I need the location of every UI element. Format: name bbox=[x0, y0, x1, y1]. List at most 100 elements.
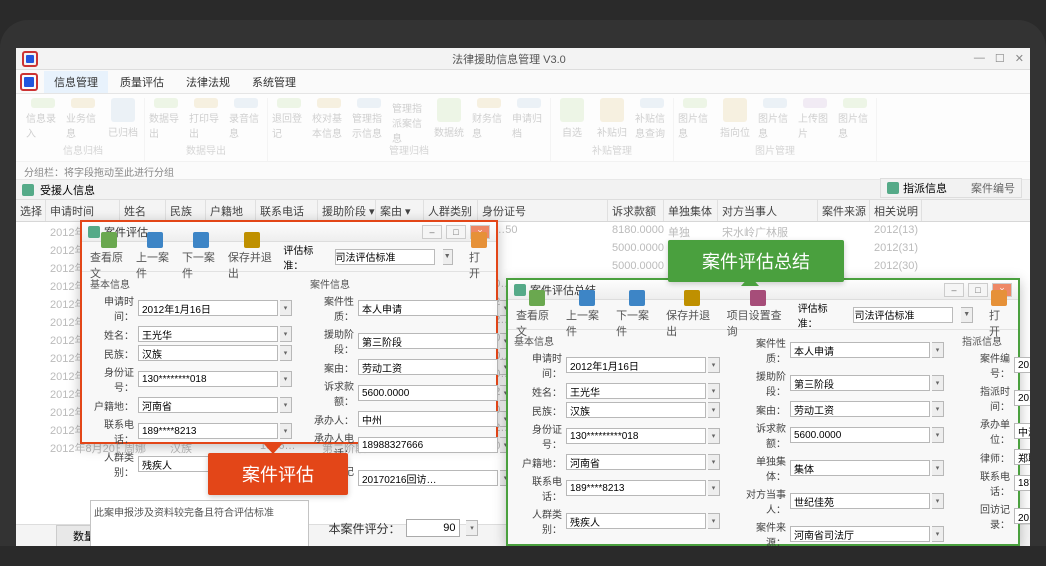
form-input[interactable] bbox=[566, 383, 706, 399]
form-input[interactable] bbox=[790, 427, 930, 443]
ribbon-button[interactable]: 业务信息 bbox=[66, 98, 100, 140]
form-input[interactable] bbox=[358, 470, 498, 486]
menu-info[interactable]: 信息管理 bbox=[44, 71, 108, 93]
form-input[interactable] bbox=[358, 411, 498, 427]
ribbon-button[interactable]: 管理指示信息 bbox=[352, 98, 386, 140]
column-header[interactable]: 案由 ▾ bbox=[376, 200, 424, 221]
dropdown-icon[interactable]: ▾ bbox=[280, 371, 292, 387]
form-input[interactable] bbox=[566, 402, 706, 418]
dropdown-icon[interactable]: ▾ bbox=[708, 402, 720, 418]
form-input[interactable] bbox=[1014, 508, 1030, 524]
case-summary-dialog[interactable]: 案件评估总结 – □ × 查看原文 上一案件 下一案件 保存并退出 项目设置查询… bbox=[506, 278, 1020, 546]
dialog-max-button[interactable]: □ bbox=[968, 283, 988, 297]
column-header[interactable]: 人群类别 bbox=[424, 200, 478, 221]
ribbon-button[interactable]: 图片信息 bbox=[678, 98, 712, 140]
form-input[interactable] bbox=[358, 437, 498, 453]
form-input[interactable] bbox=[566, 513, 706, 529]
next-case-button[interactable]: 下一案件 bbox=[616, 290, 658, 339]
open-button[interactable]: 打开 bbox=[469, 232, 488, 281]
column-header[interactable]: 单独集体 bbox=[664, 200, 718, 221]
dropdown-icon[interactable]: ▾ bbox=[280, 397, 292, 413]
dropdown-icon[interactable]: ▾ bbox=[708, 383, 720, 399]
column-header[interactable]: 联系电话 bbox=[256, 200, 318, 221]
dropdown-icon[interactable]: ▾ bbox=[932, 493, 944, 509]
dropdown-icon[interactable]: ▾ bbox=[932, 460, 944, 476]
ribbon-button[interactable]: 录音信息 bbox=[229, 98, 263, 140]
ribbon-button[interactable]: 已归档 bbox=[106, 98, 140, 140]
ribbon-button[interactable]: 打印导出 bbox=[189, 98, 223, 140]
menu-laws[interactable]: 法律法规 bbox=[176, 71, 240, 93]
prev-case-button[interactable]: 上一案件 bbox=[136, 232, 174, 281]
form-input[interactable] bbox=[566, 480, 706, 496]
form-input[interactable] bbox=[1014, 357, 1030, 373]
next-case-button[interactable]: 下一案件 bbox=[182, 232, 220, 281]
dropdown-icon[interactable]: ▾ bbox=[932, 342, 944, 358]
minimize-button[interactable]: — bbox=[974, 52, 985, 65]
dialog-min-button[interactable]: – bbox=[944, 283, 964, 297]
column-header[interactable]: 民族 bbox=[166, 200, 206, 221]
view-original-button[interactable]: 查看原文 bbox=[516, 290, 558, 339]
ribbon-button[interactable]: 自选 bbox=[555, 98, 589, 140]
form-input[interactable] bbox=[1014, 475, 1030, 491]
dropdown-icon[interactable]: ▾ bbox=[932, 375, 944, 391]
memo-textarea[interactable]: 此案申报涉及资料较完备且符合评估标准 bbox=[90, 500, 309, 546]
form-input[interactable] bbox=[138, 423, 278, 439]
dropdown-icon[interactable]: ▾ bbox=[708, 480, 720, 496]
menu-quality[interactable]: 质量评估 bbox=[110, 71, 174, 93]
form-input[interactable] bbox=[790, 342, 930, 358]
eval-standard-select[interactable] bbox=[853, 307, 953, 323]
dropdown-icon[interactable]: ▾ bbox=[708, 357, 720, 373]
case-eval-dialog[interactable]: 案件评估 – □ × 查看原文 上一案件 下一案件 保存并退出 评估标准： ▼ … bbox=[80, 220, 498, 444]
open-button[interactable]: 打开 bbox=[989, 290, 1010, 339]
ribbon-button[interactable]: 上传图片 bbox=[798, 98, 832, 140]
ribbon-button[interactable]: 数据导出 bbox=[149, 98, 183, 140]
dropdown-icon[interactable]: ▾ bbox=[280, 326, 292, 342]
menu-system[interactable]: 系统管理 bbox=[242, 71, 306, 93]
ribbon-button[interactable]: 数据统 bbox=[432, 98, 466, 140]
form-input[interactable] bbox=[1014, 390, 1030, 406]
dropdown-icon[interactable]: ▾ bbox=[932, 401, 944, 417]
dropdown-icon[interactable]: ▾ bbox=[280, 423, 292, 439]
column-header[interactable]: 户籍地 bbox=[206, 200, 256, 221]
column-header[interactable]: 对方当事人 bbox=[718, 200, 818, 221]
eval-standard-select[interactable] bbox=[335, 249, 435, 265]
form-input[interactable] bbox=[138, 300, 278, 316]
form-input[interactable] bbox=[790, 401, 930, 417]
save-exit-button[interactable]: 保存并退出 bbox=[666, 290, 719, 339]
form-input[interactable] bbox=[790, 460, 930, 476]
form-input[interactable] bbox=[566, 428, 706, 444]
ribbon-button[interactable]: 财务信息 bbox=[472, 98, 506, 140]
dialog-min-button[interactable]: – bbox=[422, 225, 442, 239]
column-header[interactable]: 援助阶段 ▾ bbox=[318, 200, 376, 221]
form-input[interactable] bbox=[358, 333, 498, 349]
ribbon-button[interactable]: 申请归档 bbox=[512, 98, 546, 140]
ribbon-button[interactable]: 补贴信息查询 bbox=[635, 98, 669, 140]
view-original-button[interactable]: 查看原文 bbox=[90, 232, 128, 281]
dropdown-icon[interactable]: ▾ bbox=[708, 454, 720, 470]
form-input[interactable] bbox=[358, 300, 498, 316]
form-input[interactable] bbox=[566, 454, 706, 470]
dropdown-icon[interactable]: ▾ bbox=[708, 428, 720, 444]
form-input[interactable] bbox=[790, 493, 930, 509]
ribbon-button[interactable]: 管理指派案信息 bbox=[392, 98, 426, 140]
ribbon-button[interactable]: 退回登记 bbox=[272, 98, 306, 140]
ribbon-button[interactable]: 图片信息 bbox=[838, 98, 872, 140]
form-input[interactable] bbox=[358, 385, 498, 401]
dropdown-icon[interactable]: ▾ bbox=[280, 345, 292, 361]
dropdown-icon[interactable]: ▾ bbox=[708, 513, 720, 529]
form-input[interactable] bbox=[1014, 449, 1030, 465]
form-input[interactable] bbox=[790, 526, 930, 542]
project-query-button[interactable]: 项目设置查询 bbox=[727, 290, 790, 339]
ribbon-button[interactable]: 指向位 bbox=[718, 98, 752, 140]
column-header[interactable]: 姓名 bbox=[120, 200, 166, 221]
close-button[interactable]: ✕ bbox=[1015, 52, 1024, 65]
ribbon-button[interactable]: 补贴归 bbox=[595, 98, 629, 140]
dropdown-icon[interactable]: ▾ bbox=[932, 427, 944, 443]
dropdown-icon[interactable]: ▾ bbox=[932, 526, 944, 542]
form-input[interactable] bbox=[138, 397, 278, 413]
column-header[interactable]: 诉求款额 bbox=[608, 200, 664, 221]
form-input[interactable] bbox=[138, 371, 278, 387]
form-input[interactable] bbox=[138, 326, 278, 342]
ribbon-button[interactable]: 校对基本信息 bbox=[312, 98, 346, 140]
score-input[interactable] bbox=[406, 519, 460, 537]
